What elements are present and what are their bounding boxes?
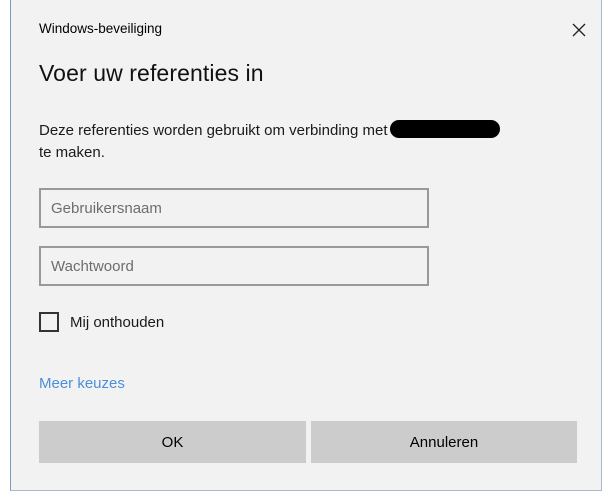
- description-text: Deze referenties worden gebruikt om verb…: [39, 122, 388, 139]
- close-button[interactable]: [565, 16, 593, 44]
- username-input[interactable]: [39, 188, 429, 228]
- description-text-end: te maken.: [39, 144, 105, 161]
- window-title: Windows-beveiliging: [39, 21, 163, 36]
- remember-me-checkbox[interactable]: [39, 312, 59, 332]
- redacted-server-name: [389, 120, 500, 138]
- ok-button[interactable]: OK: [39, 421, 306, 463]
- more-choices-link[interactable]: Meer keuzes: [39, 375, 125, 392]
- cancel-button[interactable]: Annuleren: [311, 421, 577, 463]
- dialog-description: Deze referenties worden gebruikt om verb…: [39, 120, 579, 164]
- remember-me-option[interactable]: Mij onthouden: [39, 312, 164, 332]
- credentials-dialog: Windows-beveiliging Voer uw referenties …: [10, 0, 602, 491]
- password-input[interactable]: [39, 246, 429, 286]
- dialog-heading: Voer uw referenties in: [39, 60, 264, 86]
- close-icon: [572, 23, 586, 37]
- remember-me-label: Mij onthouden: [70, 313, 165, 331]
